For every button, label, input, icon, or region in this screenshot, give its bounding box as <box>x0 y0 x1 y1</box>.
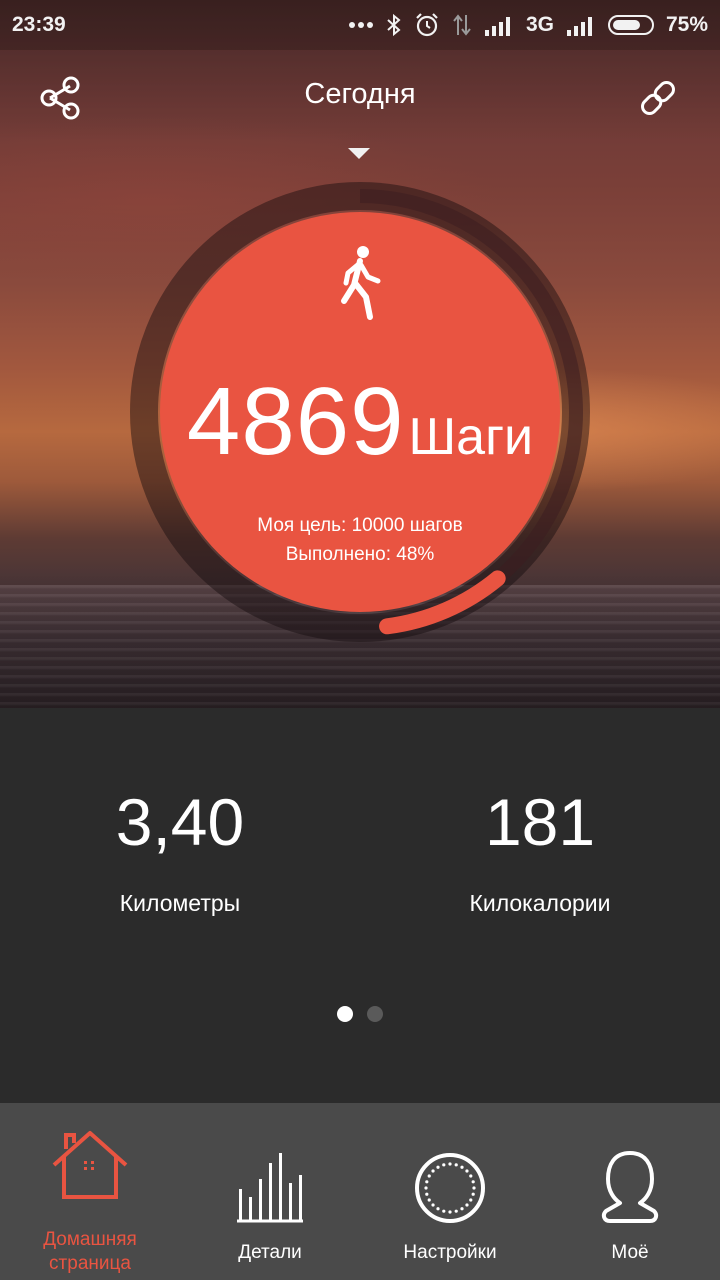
home-icon <box>52 1131 128 1199</box>
steps-unit: Шаги <box>408 408 534 466</box>
dial-dot <box>442 1163 446 1167</box>
dial-dot <box>424 1186 428 1190</box>
stats-panel[interactable]: 3,40 Километры 181 Килокалории <box>0 708 720 1103</box>
bar-chart-icon <box>237 1153 303 1223</box>
dial-dot <box>460 1207 464 1211</box>
dial-icon <box>415 1153 485 1223</box>
dial-dot <box>471 1180 475 1184</box>
dial-dot <box>465 1169 469 1173</box>
dial-dot <box>460 1165 464 1169</box>
distance-label: Километры <box>119 890 241 916</box>
nav-details[interactable]: Детали <box>180 1103 360 1280</box>
dial-dot <box>442 1209 446 1213</box>
walking-person-icon <box>341 246 381 320</box>
dial-dot <box>431 1203 435 1207</box>
dial-dot <box>471 1192 475 1196</box>
calories-value: 181 <box>484 785 596 859</box>
dial-dot <box>465 1203 469 1207</box>
nav-home[interactable]: Домашняя страница <box>0 1103 180 1280</box>
nav-profile-label: Моё <box>611 1242 649 1263</box>
progress-text: Выполнено: 48% <box>285 544 435 565</box>
dial-dot <box>454 1163 458 1167</box>
dial-dot <box>472 1186 476 1190</box>
nav-settings[interactable]: Настройки <box>360 1103 540 1280</box>
dial-dot <box>454 1209 458 1213</box>
nav-details-label: Детали <box>238 1242 302 1263</box>
dial-dot <box>448 1162 452 1166</box>
page-indicator <box>0 1006 720 1022</box>
nav-home-label: Домашняя страница <box>43 1229 137 1274</box>
page-dot-2[interactable] <box>367 1006 383 1022</box>
dial-dot <box>425 1180 429 1184</box>
dial-dot <box>436 1165 440 1169</box>
dial-dot <box>431 1169 435 1173</box>
page-dot-1[interactable] <box>337 1006 353 1022</box>
goal-text: Моя цель: 10000 шагов <box>257 515 463 536</box>
dial-dot <box>469 1198 473 1202</box>
distance-stat: 3,40 Километры <box>30 784 330 917</box>
dial-dot <box>427 1174 431 1178</box>
nav-profile[interactable]: Моё <box>540 1103 720 1280</box>
dial-dot <box>448 1210 452 1214</box>
calories-stat: 181 Килокалории <box>390 784 690 917</box>
bottom-navigation: Домашняя страница Детали Настройки Моё <box>0 1103 720 1280</box>
dial-dot <box>436 1207 440 1211</box>
steps-value: 4869 <box>186 368 405 475</box>
dial-dot <box>425 1192 429 1196</box>
dial-dot <box>469 1174 473 1178</box>
steps-readout: 4869Шаги <box>160 367 560 477</box>
step-counter[interactable]: 4869Шаги Моя цель: 10000 шагов Выполнено… <box>160 215 560 615</box>
calories-label: Килокалории <box>469 890 611 916</box>
nav-settings-label: Настройки <box>403 1242 497 1263</box>
dial-dot <box>427 1198 431 1202</box>
distance-value: 3,40 <box>115 785 245 859</box>
profile-icon <box>601 1151 659 1223</box>
